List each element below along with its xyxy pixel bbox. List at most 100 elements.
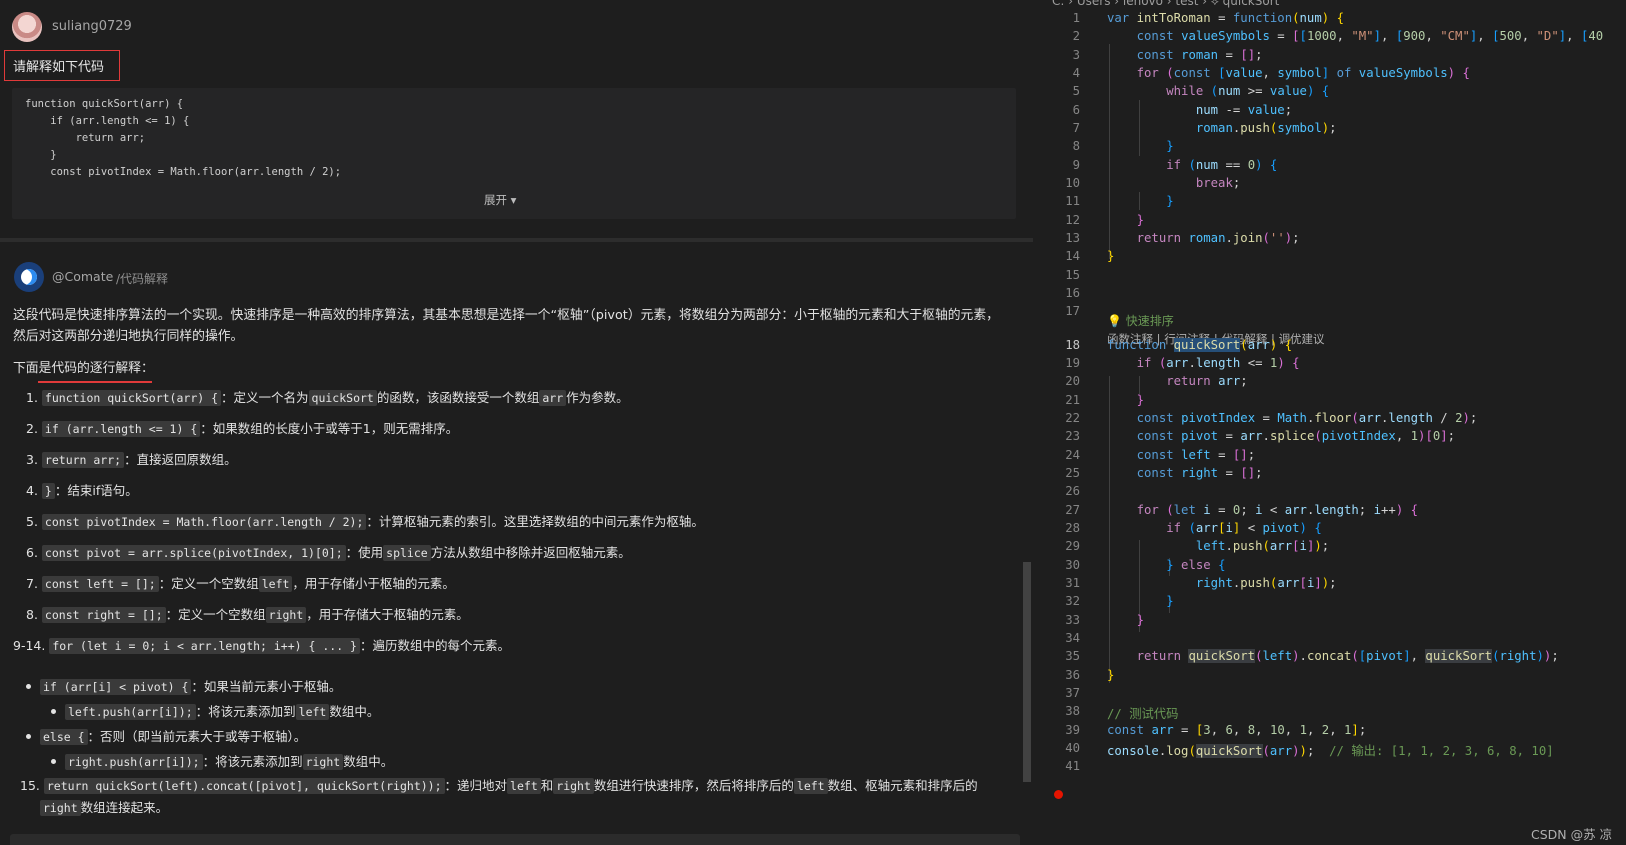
code-line[interactable]: break; <box>1107 176 1240 190</box>
code-line[interactable]: console.log(quickSort(arr)); // 输出: [1, … <box>1107 741 1554 759</box>
line-number: 33 <box>1065 613 1080 627</box>
code-line[interactable]: } <box>1107 393 1144 407</box>
bullet-dot <box>26 734 31 739</box>
code-line[interactable]: if (arr.length <= 1) { <box>1107 356 1300 370</box>
code-line[interactable]: } <box>1107 194 1173 208</box>
bot-command: /代码解释 <box>116 272 169 286</box>
inline-code: return arr; <box>41 452 125 468</box>
code-line[interactable]: right.push(arr[i]); <box>1107 576 1337 590</box>
line-number: 31 <box>1065 576 1080 590</box>
list-item: 5. const pivotIndex = Math.floor(arr.len… <box>26 514 704 530</box>
inline-code: quickSort <box>308 390 377 406</box>
code-line[interactable]: } <box>1107 668 1114 682</box>
chat-scrollbar[interactable] <box>1023 562 1031 782</box>
code-line[interactable]: } <box>1107 213 1144 227</box>
line-number: 4 <box>1072 66 1080 80</box>
user-avatar <box>12 12 42 42</box>
inline-code: for (let i = 0; i < arr.length; i++) { .… <box>49 638 360 654</box>
inline-code: if (arr.length <= 1) { <box>41 421 201 437</box>
line-number: 14 <box>1065 249 1080 263</box>
code-line[interactable]: // 测试代码 <box>1107 704 1178 722</box>
code-line[interactable]: const roman = []; <box>1107 48 1263 62</box>
breadcrumb[interactable]: C: › Users › lenovo › test › ⟡ quickSort <box>1052 0 1279 9</box>
code-line[interactable]: const arr = [3, 6, 8, 10, 1, 2, 1]; <box>1107 723 1366 737</box>
code-line[interactable]: return quickSort(left).concat([pivot], q… <box>1107 649 1559 663</box>
line-number: 38 <box>1065 704 1080 718</box>
line-number: 10 <box>1065 176 1080 190</box>
inline-code: arr <box>539 390 567 406</box>
inline-code: const left = []; <box>41 576 159 592</box>
code-line[interactable]: } else { <box>1107 558 1225 572</box>
line-number: 7 <box>1072 121 1080 135</box>
line-number: 23 <box>1065 429 1080 443</box>
intro-text: 然后对这两部分递归地执行同样的操作。 <box>13 329 244 344</box>
code-line[interactable]: return roman.join(''); <box>1107 231 1300 245</box>
code-line[interactable]: const valueSymbols = [[1000, "M"], [900,… <box>1107 29 1604 43</box>
line-number: 12 <box>1065 213 1080 227</box>
code-line[interactable]: num -= value; <box>1107 103 1292 117</box>
code-line[interactable]: const pivotIndex = Math.floor(arr.length… <box>1107 411 1478 425</box>
inline-code: left <box>295 704 330 720</box>
code-line[interactable]: if (arr[i] < pivot) { <box>1107 521 1322 535</box>
code-line[interactable]: for (const [value, symbol] of valueSymbo… <box>1107 66 1470 80</box>
list-item: 8. const right = []; ：定义一个空数组 right ，用于存储大于… <box>26 607 469 623</box>
inline-code: right.push(arr[i]); <box>65 754 203 770</box>
line-number: 41 <box>1065 759 1080 773</box>
code-line[interactable]: } <box>1107 594 1173 608</box>
inline-code: function quickSort(arr) { <box>41 390 222 406</box>
bullet-dot <box>26 684 31 689</box>
code-line[interactable]: const pivot = arr.splice(pivotIndex, 1)[… <box>1107 429 1455 443</box>
list-item: 9-14. for (let i = 0; i < arr.length; i+… <box>13 638 510 654</box>
line-number: 32 <box>1065 594 1080 608</box>
code-line[interactable]: const right = []; <box>1107 466 1263 480</box>
inline-code: right <box>553 778 594 794</box>
breakpoint-icon[interactable] <box>1054 790 1063 799</box>
list-item: 6. const pivot = arr.splice(pivotIndex, … <box>26 545 631 561</box>
line-number: 8 <box>1072 139 1080 153</box>
code-line[interactable]: roman.push(symbol); <box>1107 121 1337 135</box>
bullet-item: right.push(arr[i]); ：将该元素添加到 right 数组中。 <box>65 751 393 770</box>
user-message-text: 请解释如下代码 <box>13 60 105 75</box>
bullet-dot <box>51 709 56 714</box>
line-number: 1 <box>1072 11 1080 25</box>
line-number: 9 <box>1072 158 1080 172</box>
code-line[interactable]: return arr; <box>1107 374 1247 388</box>
snippet-line: const pivotIndex = Math.floor(arr.length… <box>25 166 342 178</box>
snippet-line: } <box>25 149 57 161</box>
inline-code: return quickSort(left).concat([pivot], q… <box>43 778 445 794</box>
inline-code: right <box>40 800 81 816</box>
intro-text: 这段代码是快速排序算法的一个实现。快速排序是一种高效的排序算法，其基本思想是选择… <box>13 308 999 323</box>
code-line[interactable]: for (let i = 0; i < arr.length; i++) { <box>1107 503 1418 517</box>
inline-code: right <box>265 607 307 623</box>
list-item: 15. return quickSort(left).concat([pivot… <box>20 778 978 794</box>
inline-code: left <box>507 778 541 794</box>
line-number: 28 <box>1065 521 1080 535</box>
line-number: 37 <box>1065 686 1080 700</box>
code-line[interactable]: var intToRoman = function(num) { <box>1107 11 1344 25</box>
expand-button[interactable]: 展开 ▾ <box>484 192 516 208</box>
line-number: 11 <box>1065 194 1080 208</box>
subheading-underline <box>38 381 152 383</box>
code-line[interactable]: while (num >= value) { <box>1107 84 1329 98</box>
line-number: 13 <box>1065 231 1080 245</box>
inline-code: left.push(arr[i]); <box>65 704 196 720</box>
inline-code: const pivotIndex = Math.floor(arr.length… <box>41 514 367 530</box>
list-item-continuation: right 数组连接起来。 <box>40 797 168 816</box>
code-line[interactable]: } <box>1107 249 1114 263</box>
code-line[interactable]: left.push(arr[i]); <box>1107 539 1329 553</box>
line-number: 27 <box>1065 503 1080 517</box>
code-line[interactable]: const left = []; <box>1107 448 1256 462</box>
snippet-line: if (arr.length <= 1) { <box>25 115 190 127</box>
line-number: 6 <box>1072 103 1080 117</box>
line-number: 19 <box>1065 356 1080 370</box>
chat-input-edge[interactable] <box>10 834 1020 845</box>
line-number: 34 <box>1065 631 1080 645</box>
code-line[interactable]: } <box>1107 613 1144 627</box>
line-number: 2 <box>1072 29 1080 43</box>
code-line[interactable]: if (num == 0) { <box>1107 158 1277 172</box>
inline-code: else { <box>40 729 88 745</box>
code-line[interactable]: } <box>1107 139 1173 153</box>
line-number: 25 <box>1065 466 1080 480</box>
code-line[interactable]: function quickSort(arr) { <box>1107 338 1292 352</box>
codelens-title: 💡 快速排序 <box>1107 314 1174 328</box>
